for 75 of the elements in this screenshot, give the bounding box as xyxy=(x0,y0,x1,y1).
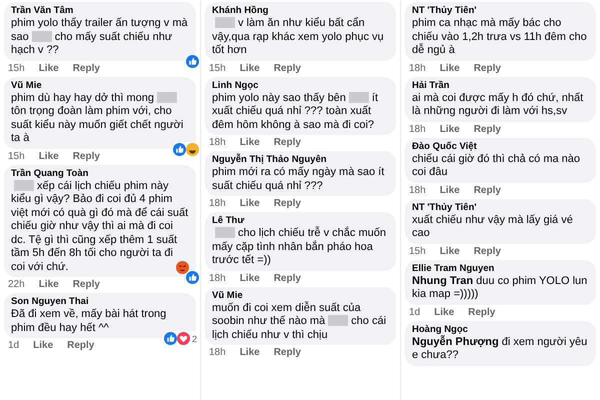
comment-text: v làm ăn như kiểu bất cẩn vậy,qua rạp khác xem yolo phục vụ tốt hơn xyxy=(212,17,385,58)
commenter-name[interactable]: Hoàng Ngọc xyxy=(412,322,589,336)
commenter-name[interactable]: Nguyễn Thị Thảo Nguyên xyxy=(212,153,389,166)
commenter-name[interactable]: Hải Trần xyxy=(412,78,589,92)
like-link[interactable]: Like xyxy=(240,272,260,284)
commenter-name[interactable]: Đào Quốc Việt xyxy=(412,140,589,152)
reactions-badge[interactable]: 2 xyxy=(162,331,200,346)
commenter-name[interactable]: Ellie Tram Nguyen xyxy=(412,262,589,274)
like-link[interactable]: Like xyxy=(240,197,260,210)
like-link[interactable]: Like xyxy=(434,306,454,318)
comment-text: Nhung Tran duu co phim YOLO lun kia map =))))) xyxy=(412,274,588,302)
comment-text: muốn đi coi xem diễn suất của soobin như thế nào mà cho cái lịch chiếu như v thì chịu xyxy=(212,302,388,342)
like-link[interactable]: Like xyxy=(38,62,59,74)
like-link[interactable]: Like xyxy=(240,346,260,359)
comment-text: xếp cái lịch chiếu phim này kiểu gì vậy? Bảo đi coi đủ 4 phim việt mới có quà gì đó mà để cái suất chiếu giờ như vậy thì ai mà đi coi dc. Tệ gì thì cũng xếp thêm 1 suất tầm 5h đến 8h tối cho người ta đi coi với chứ. xyxy=(11,180,189,274)
reactions-badge[interactable] xyxy=(172,142,200,156)
comment-time: 18h xyxy=(209,197,226,210)
comment-time: 1d xyxy=(8,339,20,352)
comment-text: Nguyễn Phượng đi xem người yêu e chưa?? xyxy=(412,336,588,362)
reply-link[interactable]: Reply xyxy=(274,197,301,210)
like-link[interactable]: Like xyxy=(440,244,460,258)
like-link[interactable]: Like xyxy=(33,339,54,352)
reply-link[interactable]: Reply xyxy=(474,244,501,258)
commenter-name[interactable]: Linh Ngọc xyxy=(212,78,389,92)
comment-time: 18h xyxy=(409,62,426,74)
reply-link[interactable]: Reply xyxy=(67,339,94,352)
comment-text: ai mà coi được mấy h đó chứ, nhất là những người đi làm với hs,sv xyxy=(412,92,584,118)
comment-text: chiếu cái giờ đó thì chả có ma nào coi đâu xyxy=(412,152,582,180)
commenter-name[interactable]: Lê Thư xyxy=(212,214,389,227)
comment-time: 18h xyxy=(209,136,226,149)
like-link[interactable]: Like xyxy=(240,62,260,74)
comment-time: 15h xyxy=(409,244,426,258)
reply-link[interactable]: Reply xyxy=(274,272,301,284)
reply-link[interactable]: Reply xyxy=(72,278,100,291)
comment-text: phim ca nhạc mà mấy bác cho chiếu vào 1,2h trưa vs 11h đêm cho dễ ngủ à xyxy=(412,17,588,58)
commenter-name[interactable]: Trần Văn Tâm xyxy=(11,4,189,17)
commenter-name[interactable]: Son Nguyen Thai xyxy=(11,295,189,308)
comment-text: phim yolo thấy trailer ấn tượng v mà sao cho mấy suất chiếu như hạch v ?? xyxy=(11,17,189,58)
like-link[interactable]: Like xyxy=(38,150,59,162)
comment-text: xuất chiếu như vậy mà lấy giá vé cao xyxy=(412,214,574,240)
commenter-name[interactable]: Khánh Hồng xyxy=(212,4,389,17)
comment-text: phim yolo này sao thấy bên ít xuất chiếu quá nhỉ ??? toàn xuất đêm hôm không à sao mà đi coi? xyxy=(212,92,380,132)
comment-time: 15h xyxy=(209,62,226,74)
comment-time: 18h xyxy=(209,346,226,359)
comment-time: 1d xyxy=(409,306,420,318)
reply-link[interactable]: Reply xyxy=(474,62,501,74)
comment-text: phim dù hay hay dở thì mong tôn trọng đoàn làm phim với, cho suất kiểu này muốn giết chết người ta à xyxy=(11,92,184,146)
like-link[interactable]: Like xyxy=(440,122,460,136)
comment-text: phim mới ra có mấy ngày mà sao ít suất chiếu quá nhỉ ??? xyxy=(212,166,386,193)
comment-time: 18h xyxy=(209,272,226,284)
reply-link[interactable]: Reply xyxy=(274,136,301,149)
reaction-count: 2 xyxy=(192,334,197,344)
commenter-name[interactable]: NT 'Thủy Tiên' xyxy=(412,200,589,214)
like-link[interactable]: Like xyxy=(440,62,460,74)
reply-link[interactable]: Reply xyxy=(474,122,501,136)
angry-emoji-icon xyxy=(176,261,189,274)
commenter-name[interactable]: NT 'Thủy Tiên' xyxy=(412,4,589,17)
comment-time: 22h xyxy=(8,278,25,291)
like-link[interactable]: Like xyxy=(240,136,260,149)
reply-link[interactable]: Reply xyxy=(274,62,301,74)
commenter-name[interactable]: Trần Quang Toàn xyxy=(11,166,189,180)
comment-time: 15h xyxy=(8,62,25,74)
commenter-name[interactable]: Vũ Mie xyxy=(11,78,189,92)
comment-time: 18h xyxy=(409,184,426,196)
comment-time: 15h xyxy=(8,150,25,162)
reply-link[interactable]: Reply xyxy=(274,346,301,359)
reply-link[interactable]: Reply xyxy=(468,306,496,318)
comment-time: 18h xyxy=(409,122,426,136)
reply-link[interactable]: Reply xyxy=(72,150,100,162)
commenter-name[interactable]: Vũ Mie xyxy=(212,288,389,302)
reply-link[interactable]: Reply xyxy=(474,184,501,196)
reply-link[interactable]: Reply xyxy=(72,62,100,74)
like-link[interactable]: Like xyxy=(440,184,460,196)
like-link[interactable]: Like xyxy=(38,278,59,291)
comment-text: cho lịch chiếu trễ v chắc muốn mấy cặp tình nhân bắn pháo hoa trước tết =)) xyxy=(212,227,387,268)
